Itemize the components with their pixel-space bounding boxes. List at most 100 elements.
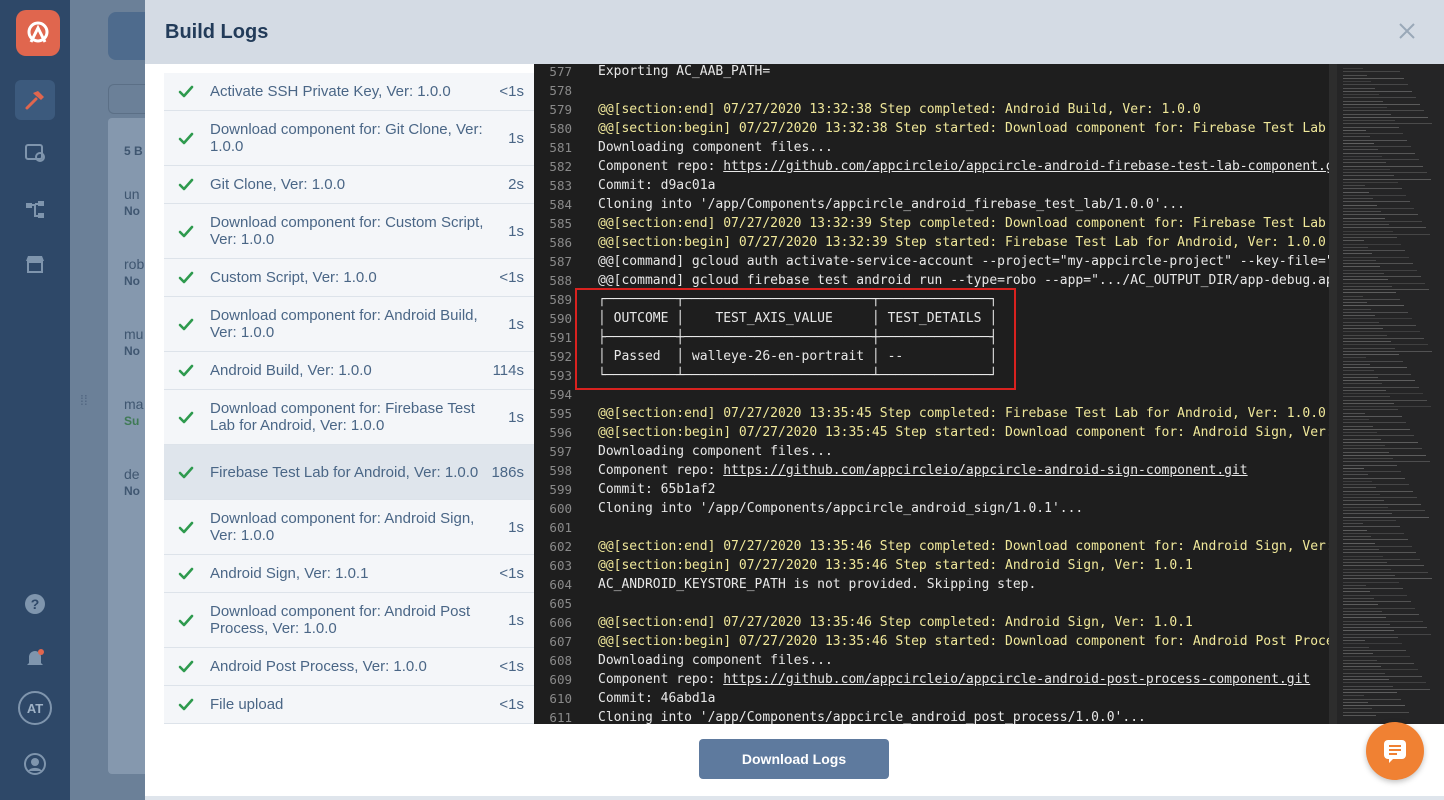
minimap-line <box>1343 165 1423 167</box>
log-line: 598 Component repo: https://github.com/ap… <box>534 461 1329 480</box>
distribution-icon[interactable] <box>15 133 55 173</box>
minimap-line <box>1343 698 1401 700</box>
notifications-bell-icon[interactable] <box>15 638 55 678</box>
minimap-line <box>1343 471 1401 472</box>
minimap-line <box>1343 237 1397 238</box>
build-step-duration: 186s <box>491 463 524 481</box>
minimap-line <box>1343 630 1394 632</box>
build-step-item[interactable]: Android Sign, Ver: 1.0.1 <1s <box>164 555 534 593</box>
check-icon <box>178 131 194 147</box>
user-initials-avatar[interactable]: AT <box>18 691 52 725</box>
test-results-highlight <box>575 288 1016 390</box>
log-line-number: 596 <box>549 425 572 440</box>
minimap-line <box>1343 396 1390 398</box>
minimap-line <box>1343 477 1405 479</box>
log-line-text: @@[command] gcloud auth activate-service… <box>598 252 1342 271</box>
minimap-line <box>1343 94 1379 95</box>
minimap-line <box>1343 484 1409 485</box>
log-line: 584 Cloning into '/app/Components/appcirc… <box>534 195 1329 214</box>
build-hammer-icon[interactable] <box>15 80 55 120</box>
log-line-number: 597 <box>549 444 572 459</box>
chat-icon[interactable] <box>1366 722 1424 780</box>
log-line-text: Commit: 46abd1a <box>598 689 715 708</box>
help-icon[interactable]: ? <box>15 584 55 624</box>
log-line-number: 582 <box>549 159 572 174</box>
build-step-item[interactable]: Download component for: Android Sign, Ve… <box>164 500 534 555</box>
build-step-duration: <1s <box>499 696 524 713</box>
minimap-line <box>1343 103 1420 105</box>
workflow-icon[interactable] <box>15 190 55 230</box>
close-icon[interactable] <box>1396 20 1418 42</box>
minimap-line <box>1343 367 1407 368</box>
minimap-line <box>1343 97 1416 99</box>
minimap-line <box>1343 627 1427 628</box>
minimap-line <box>1343 438 1381 440</box>
minimap-line <box>1343 445 1385 446</box>
user-profile-icon[interactable] <box>15 744 55 784</box>
minimap-line <box>1343 331 1420 333</box>
minimap-line <box>1343 74 1367 76</box>
log-line-number: 603 <box>549 558 572 573</box>
log-line: 605 <box>534 594 1329 613</box>
minimap-line <box>1343 100 1383 102</box>
build-steps-list: Activate SSH Private Key, Ver: 1.0.0 <1s D… <box>164 64 534 724</box>
minimap-line <box>1343 672 1385 674</box>
download-logs-button[interactable]: Download Logs <box>699 739 889 779</box>
build-step-item[interactable]: Firebase Test Lab for Android, Ver: 1.0.… <box>164 445 534 500</box>
minimap-line <box>1343 328 1383 329</box>
build-step-item[interactable]: Download component for: Custom Script, V… <box>164 204 534 259</box>
build-step-item[interactable]: Git Clone, Ver: 1.0.0 2s <box>164 166 534 204</box>
build-step-duration: <1s <box>499 269 524 286</box>
appcircle-logo-icon[interactable] <box>16 10 60 56</box>
log-line-text: Commit: d9ac01a <box>598 176 715 195</box>
store-icon[interactable] <box>15 244 55 284</box>
log-text-content: @@[section:end] 07/27/2020 13:32:39 Step… <box>598 216 1342 231</box>
log-line-text: Exporting AC_AAB_PATH= <box>598 64 770 81</box>
log-viewer[interactable]: 611 Cloning into '/app/Components/appcirc… <box>534 64 1444 724</box>
build-step-item[interactable]: Custom Script, Ver: 1.0.0 <1s <box>164 259 534 297</box>
minimap-line <box>1343 175 1394 177</box>
build-step-label: Download component for: Android Build, V… <box>210 307 478 341</box>
build-step-label: Android Build, Ver: 1.0.0 <box>210 362 372 379</box>
build-step-item[interactable]: Download component for: Android Post Pro… <box>164 593 534 648</box>
log-scrollbar[interactable] <box>1329 64 1337 724</box>
component-repo-link[interactable]: https://github.com/appcircleio/appcircle… <box>723 672 1310 687</box>
check-icon <box>178 177 194 193</box>
log-text-content: Downloading component files... <box>598 653 833 668</box>
minimap-line <box>1343 162 1386 164</box>
minimap-line <box>1343 594 1407 596</box>
build-step-item[interactable]: Activate SSH Private Key, Ver: 1.0.0 <1s <box>164 73 534 111</box>
log-line-text: Commit: 65b1af2 <box>598 480 715 499</box>
build-step-item[interactable]: Download component for: Android Build, V… <box>164 297 534 352</box>
minimap-line <box>1343 575 1395 576</box>
log-minimap[interactable] <box>1329 64 1444 724</box>
build-step-item[interactable]: Android Post Process, Ver: 1.0.0 <1s <box>164 648 534 686</box>
minimap-line <box>1343 669 1418 671</box>
component-repo-link[interactable]: https://github.com/appcircleio/appcircle… <box>723 159 1349 174</box>
log-line-text: Cloning into '/app/Components/appcircle_… <box>598 499 1083 518</box>
build-step-item[interactable]: Android Build, Ver: 1.0.0 114s <box>164 352 534 390</box>
build-step-item[interactable]: Download component for: Firebase Test La… <box>164 390 534 445</box>
log-line-number: 599 <box>549 482 572 497</box>
minimap-line <box>1343 649 1406 651</box>
minimap-line <box>1343 480 1372 482</box>
build-step-item[interactable]: File upload <1s <box>164 686 534 724</box>
background-search-field <box>108 84 145 114</box>
minimap-line <box>1343 266 1380 268</box>
log-text-content: Downloading component files... <box>598 140 833 155</box>
component-repo-link[interactable]: https://github.com/appcircleio/appcircle… <box>723 463 1247 478</box>
modal-bottom-bar <box>145 796 1444 800</box>
minimap-line <box>1343 305 1404 307</box>
log-line-text: @@[section:begin] 07/27/2020 13:32:39 St… <box>598 233 1326 252</box>
minimap-line <box>1343 682 1426 684</box>
check-icon <box>178 410 194 426</box>
minimap-line <box>1343 640 1365 641</box>
build-step-item[interactable]: Download component for: Git Clone, Ver: … <box>164 111 534 166</box>
minimap-line <box>1343 461 1430 463</box>
minimap-line <box>1343 679 1389 680</box>
minimap-line <box>1343 347 1395 349</box>
build-step-label: Download component for: Custom Script, V… <box>210 214 484 248</box>
log-line: 604 AC_ANDROID_KEYSTORE_PATH is not provi… <box>534 575 1329 594</box>
log-line: 595 @@[section:end] 07/27/2020 13:35:45 S… <box>534 404 1329 423</box>
minimap-line <box>1343 81 1371 82</box>
